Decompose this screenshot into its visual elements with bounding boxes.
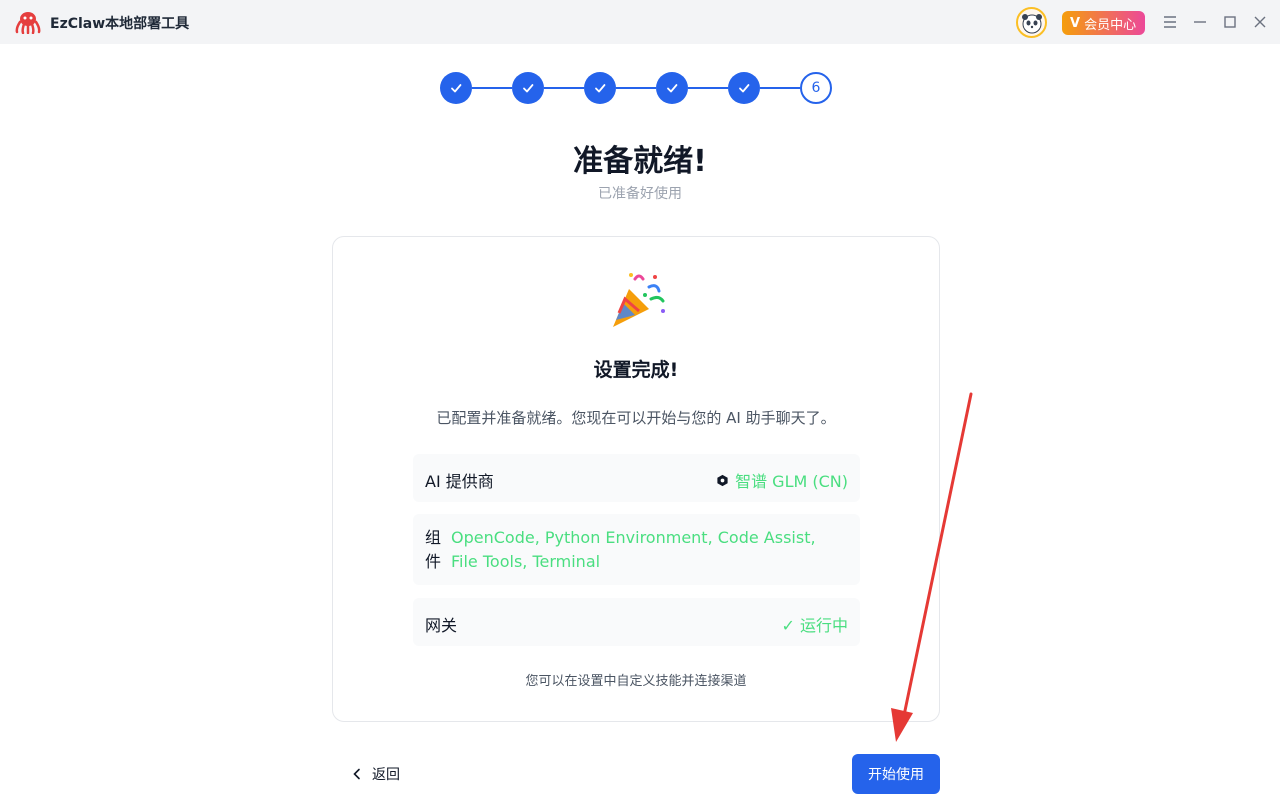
- setup-complete-card: 设置完成! 已配置并准备就绪。您现在可以开始与您的 AI 助手聊天了。 AI 提…: [332, 236, 940, 722]
- check-icon: [739, 84, 750, 93]
- app-window: EzClaw本地部署工具 V 会员中心 6 准备就绪! 已准备好使用 设置完成!…: [0, 0, 1280, 800]
- party-popper-icon: [613, 273, 665, 327]
- back-button[interactable]: 返回: [352, 762, 400, 786]
- page-subtitle: 已准备好使用: [598, 186, 682, 202]
- start-using-button[interactable]: 开始使用: [852, 754, 940, 794]
- chevron-left-icon: [353, 768, 360, 780]
- minimize-button[interactable]: [1188, 10, 1212, 34]
- close-button[interactable]: [1248, 10, 1272, 34]
- minimize-icon: [1194, 21, 1206, 23]
- maximize-icon: [1224, 16, 1236, 28]
- panda-avatar-icon: [1021, 13, 1042, 33]
- menu-button[interactable]: [1158, 10, 1182, 34]
- check-icon: [451, 84, 462, 93]
- page-title: 准备就绪!: [573, 144, 707, 179]
- gateway-label: 网关: [425, 616, 458, 635]
- card-note: 您可以在设置中自定义技能并连接渠道: [525, 674, 747, 689]
- gateway-status: ✓ 运行中: [781, 616, 849, 635]
- components-label: 组件: [425, 528, 442, 571]
- gateway-row: 网关 ✓ 运行中: [413, 598, 860, 646]
- vip-center-button[interactable]: V 会员中心: [1062, 11, 1145, 35]
- back-label: 返回: [372, 767, 400, 783]
- vip-center-label: 会员中心: [1084, 17, 1137, 33]
- check-icon: [523, 84, 534, 93]
- title-bar: EzClaw本地部署工具 V 会员中心: [0, 0, 1280, 44]
- app-title: EzClaw本地部署工具: [50, 16, 190, 32]
- step-connector: [544, 87, 584, 89]
- ai-provider-name: 智谱 GLM (CN): [735, 472, 848, 491]
- card-description: 已配置并准备就绪。您现在可以开始与您的 AI 助手聊天了。: [436, 409, 836, 427]
- vip-letter: V: [1070, 15, 1081, 31]
- step-4-complete: [656, 72, 688, 104]
- progress-stepper: 6: [440, 72, 832, 104]
- step-2-complete: [512, 72, 544, 104]
- ai-provider-value: 智谱 GLM (CN): [716, 468, 848, 492]
- card-title: 设置完成!: [593, 359, 679, 381]
- maximize-button[interactable]: [1218, 10, 1242, 34]
- step-5-complete: [728, 72, 760, 104]
- check-icon: [667, 84, 678, 93]
- ai-provider-label: AI 提供商: [425, 472, 494, 491]
- step-connector: [688, 87, 728, 89]
- octopus-logo-icon: [15, 12, 41, 34]
- step-connector: [760, 87, 800, 89]
- step-6-current: 6: [800, 72, 832, 104]
- hexagon-logo-icon: [717, 474, 728, 486]
- ai-provider-row: AI 提供商 智谱 GLM (CN): [413, 454, 860, 502]
- user-avatar[interactable]: [1016, 7, 1047, 38]
- components-value: OpenCode, Python Environment, Code Assis…: [451, 528, 816, 571]
- step-3-complete: [584, 72, 616, 104]
- components-row: 组件 OpenCode, Python Environment, Code As…: [413, 514, 860, 585]
- step-connector: [616, 87, 656, 89]
- step-connector: [472, 87, 512, 89]
- close-icon: [1254, 16, 1266, 28]
- step-1-complete: [440, 72, 472, 104]
- check-icon: [595, 84, 606, 93]
- menu-icon: [1164, 16, 1176, 28]
